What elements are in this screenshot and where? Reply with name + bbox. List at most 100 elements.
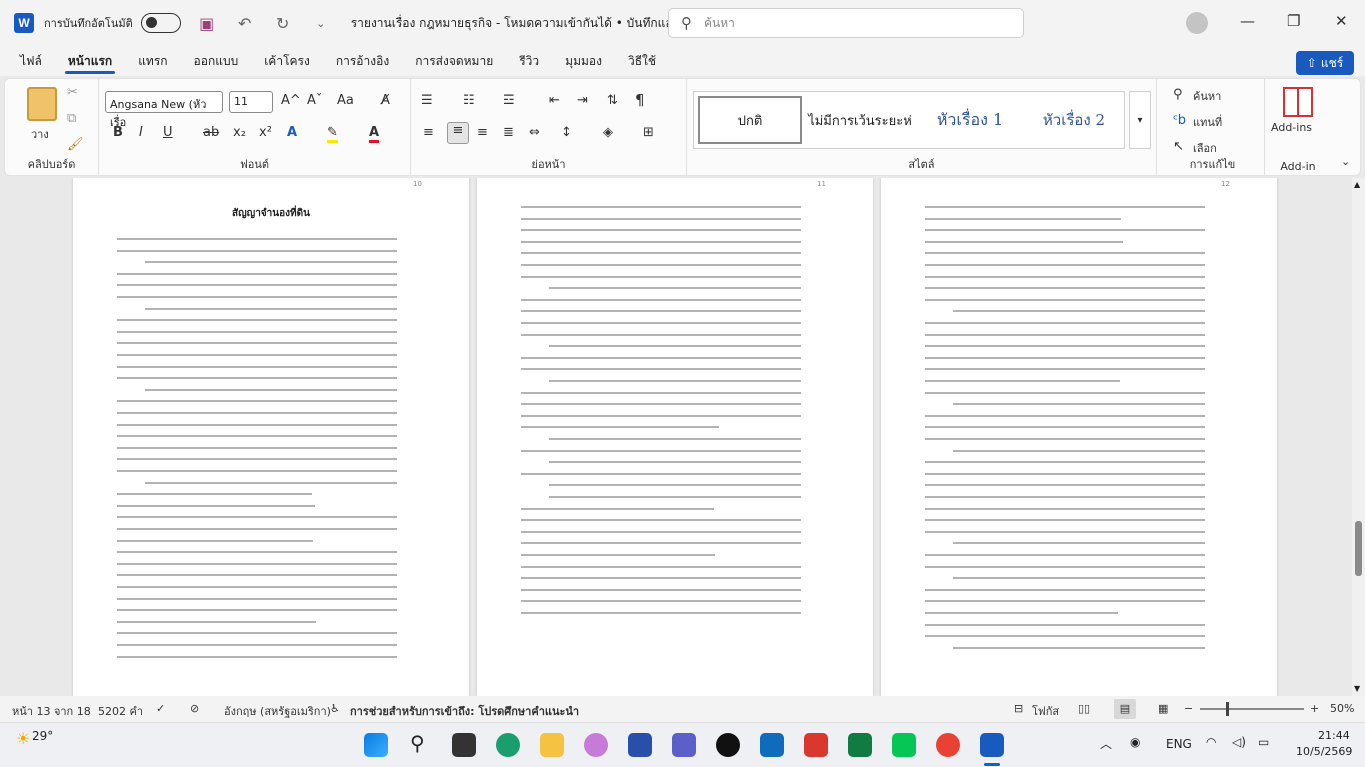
tab-home[interactable]: หน้าแรก <box>55 46 125 76</box>
collapse-ribbon-icon[interactable]: ⌄ <box>1341 155 1350 168</box>
word-count[interactable]: 5202 คำ <box>98 702 143 720</box>
language-status[interactable]: อังกฤษ (สหรัฐอเมริกา) <box>224 702 331 720</box>
decrease-indent-icon[interactable]: ⇤ <box>549 93 560 108</box>
minimize-icon[interactable]: — <box>1240 12 1255 30</box>
font-color-icon[interactable]: A <box>369 125 380 143</box>
page-12[interactable]: 12 <box>881 178 1277 696</box>
customize-toolbar-icon[interactable]: ⌄ <box>309 17 333 30</box>
addins-button[interactable]: Add-ins <box>1271 121 1312 134</box>
clock-date[interactable]: 10/5/2569 <box>1296 745 1352 758</box>
weather-icon[interactable]: ☀ <box>16 729 30 748</box>
track-changes-icon[interactable]: ⊘ <box>190 702 199 715</box>
style-heading1[interactable]: หัวเรื่อง 1 <box>920 96 1020 144</box>
cut-icon[interactable]: ✂ <box>67 85 78 100</box>
page-11[interactable]: 11 <box>477 178 873 696</box>
print-layout-icon[interactable]: ▤ <box>1114 699 1136 719</box>
volume-icon[interactable]: ◁) <box>1232 735 1246 749</box>
shading-icon[interactable]: ◈ <box>603 125 613 140</box>
bullets-icon[interactable]: ☰ <box>421 93 433 108</box>
taskbar-search-icon[interactable]: ⚲ <box>410 731 425 755</box>
accessibility-status[interactable]: การช่วยสำหรับการเข้าถึง: โปรดศึกษาคำแนะน… <box>350 702 579 720</box>
align-center-icon[interactable]: ≡ <box>447 122 469 144</box>
subscript-button[interactable]: x₂ <box>233 125 246 140</box>
app-icon[interactable] <box>804 733 828 757</box>
style-heading2[interactable]: หัวเรื่อง 2 <box>1026 96 1122 144</box>
close-icon[interactable]: ✕ <box>1335 12 1348 30</box>
strikethrough-button[interactable]: ab <box>203 125 219 140</box>
battery-icon[interactable]: ▭ <box>1258 735 1269 749</box>
zoom-out-icon[interactable]: − <box>1184 702 1193 715</box>
undo-icon[interactable]: ↶ <box>233 14 257 33</box>
tab-view[interactable]: มุมมอง <box>552 46 615 76</box>
find-label[interactable]: ค้นหา <box>1193 87 1221 105</box>
account-avatar[interactable] <box>1186 12 1208 34</box>
document-area[interactable]: 10 สัญญาจำนองที่ดิน 11 12 <box>0 178 1352 696</box>
word-taskbar-icon[interactable] <box>980 733 1004 757</box>
tab-file[interactable]: ไฟล์ <box>0 46 55 76</box>
tab-help[interactable]: วิธีใช้ <box>615 46 669 76</box>
read-mode-icon[interactable]: ▯▯ <box>1078 702 1090 715</box>
input-language[interactable]: ENG <box>1166 737 1192 751</box>
clock-time[interactable]: 21:44 <box>1318 729 1350 742</box>
align-right-icon[interactable]: ≡ <box>477 125 488 140</box>
share-button[interactable]: ⇧ แชร์ <box>1296 51 1354 75</box>
file-explorer-icon[interactable] <box>540 733 564 757</box>
excel-icon[interactable] <box>848 733 872 757</box>
replace-label[interactable]: แทนที่ <box>1193 113 1222 131</box>
autosave-toggle[interactable] <box>140 13 181 33</box>
text-effects-icon[interactable]: A <box>287 125 297 140</box>
align-left-icon[interactable]: ≡ <box>423 125 434 140</box>
paste-icon[interactable] <box>27 87 57 121</box>
borders-icon[interactable]: ⊞ <box>643 125 654 140</box>
show-marks-button[interactable]: ¶ <box>635 91 645 109</box>
scroll-up-icon[interactable]: ▲ <box>1354 180 1360 189</box>
tab-insert[interactable]: แทรก <box>125 46 180 76</box>
weather-temp[interactable]: 29° <box>32 729 53 743</box>
bold-button[interactable]: B <box>113 125 123 140</box>
web-layout-icon[interactable]: ▦ <box>1158 702 1168 715</box>
focus-icon[interactable]: ⊟ <box>1014 702 1023 715</box>
wifi-icon[interactable]: ◠ <box>1206 735 1216 749</box>
grow-font-button[interactable]: A^ <box>281 93 301 108</box>
proofing-icon[interactable]: ✓ <box>156 702 165 715</box>
copilot-icon[interactable] <box>584 733 608 757</box>
zoom-in-icon[interactable]: + <box>1310 702 1319 715</box>
tab-references[interactable]: การอ้างอิง <box>323 46 402 76</box>
document-title[interactable]: รายงานเรื่อง กฎหมายธุรกิจ - โหมดความเข้า… <box>351 14 692 33</box>
sort-icon[interactable]: ⇅ <box>607 93 618 108</box>
paste-label[interactable]: วาง <box>31 125 49 143</box>
line-icon[interactable] <box>892 733 916 757</box>
zoom-level[interactable]: 50% <box>1330 702 1354 715</box>
styles-more-icon[interactable]: ▾ <box>1129 91 1151 149</box>
save-icon[interactable]: ▣ <box>195 14 219 33</box>
scroll-down-icon[interactable]: ▼ <box>1354 684 1360 693</box>
teams-icon[interactable] <box>672 733 696 757</box>
addins-icon[interactable] <box>1283 87 1313 117</box>
increase-indent-icon[interactable]: ⇥ <box>577 93 588 108</box>
store-icon[interactable] <box>628 733 652 757</box>
superscript-button[interactable]: x² <box>259 125 272 140</box>
numbering-icon[interactable]: ☷ <box>463 93 475 108</box>
underline-button[interactable]: U <box>163 125 173 140</box>
tray-app-icon[interactable]: ◉ <box>1130 735 1140 749</box>
multilevel-list-icon[interactable]: ☲ <box>503 93 515 108</box>
chrome-icon[interactable] <box>936 733 960 757</box>
replace-icon[interactable]: ᶜb <box>1173 113 1186 128</box>
style-normal[interactable]: ปกติ <box>698 96 802 144</box>
zoom-slider[interactable] <box>1200 708 1304 710</box>
tiktok-icon[interactable] <box>716 733 740 757</box>
focus-label[interactable]: โฟกัส <box>1032 702 1059 720</box>
scroll-thumb[interactable] <box>1355 521 1362 576</box>
page-10[interactable]: 10 สัญญาจำนองที่ดิน <box>73 178 469 696</box>
style-no-spacing[interactable]: ไม่มีการเว้นระยะห่ <box>806 96 914 144</box>
restore-icon[interactable]: ❐ <box>1287 12 1300 30</box>
outlook-icon[interactable] <box>760 733 784 757</box>
task-view-icon[interactable] <box>452 733 476 757</box>
justify-icon[interactable]: ≣ <box>503 125 514 140</box>
format-painter-icon[interactable]: 🖌 <box>67 137 84 152</box>
vertical-scrollbar[interactable]: ▲ ▼ <box>1352 178 1365 696</box>
tab-review[interactable]: รีวิว <box>506 46 552 76</box>
edge-icon[interactable] <box>496 733 520 757</box>
line-spacing-icon[interactable]: ↕ <box>561 125 572 140</box>
highlight-icon[interactable]: ✎ <box>327 125 338 143</box>
